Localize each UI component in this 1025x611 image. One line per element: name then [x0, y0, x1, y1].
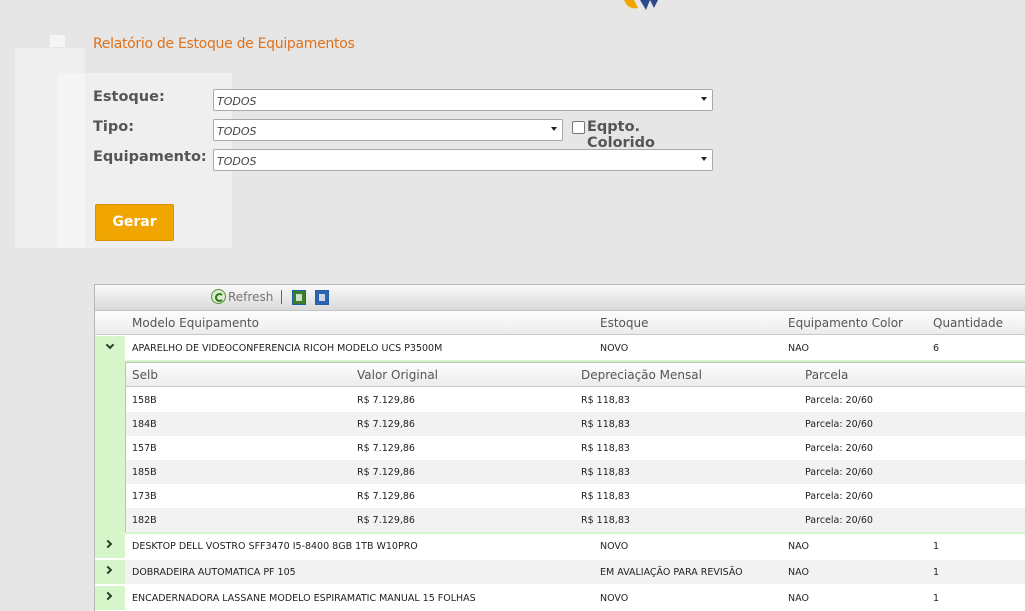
cell-selb: 173B [132, 491, 157, 502]
row-expander[interactable] [95, 560, 125, 584]
cell-depreciacao: R$ 118,83 [581, 419, 630, 430]
cell-parcela: Parcela: 20/60 [805, 467, 873, 478]
cell-valor: R$ 7.129,86 [357, 515, 415, 526]
word-export-icon[interactable] [315, 290, 329, 305]
detail-row: 158B R$ 7.129,86 R$ 118,83 Parcela: 20/6… [126, 388, 1025, 412]
detail-header: Selb Valor Original Depreciação Mensal P… [126, 363, 1025, 387]
estoque-row: Estoque: TODOS [93, 89, 713, 111]
cell-parcela: Parcela: 20/60 [805, 419, 873, 430]
detail-row: 182B R$ 7.129,86 R$ 118,83 Parcela: 20/6… [126, 508, 1025, 532]
cell-quantidade: 1 [933, 593, 940, 604]
cell-estoque: NOVO [600, 541, 629, 552]
detail-row: 185B R$ 7.129,86 R$ 118,83 Parcela: 20/6… [126, 460, 1025, 484]
cell-color: NAO [788, 541, 809, 552]
cell-valor: R$ 7.129,86 [357, 443, 415, 454]
cell-selb: 184B [132, 419, 157, 430]
cell-estoque: EM AVALIAÇÃO PARA REVISÃO [600, 567, 743, 578]
tipo-select[interactable]: TODOS [213, 119, 563, 141]
cell-estoque: NOVO [600, 343, 629, 354]
row-expander[interactable] [95, 586, 125, 610]
table-row: DOBRADEIRA AUTOMATICA PF 105 EM AVALIAÇÃ… [95, 560, 1025, 584]
grid-toolbar: Refresh [95, 285, 1025, 311]
table-row: APARELHO DE VIDEOCONFERENCIA RICOH MODEL… [95, 336, 1025, 360]
cell-quantidade: 1 [933, 567, 940, 578]
cell-depreciacao: R$ 118,83 [581, 467, 630, 478]
chevron-down-icon [551, 127, 557, 131]
equipamento-select[interactable]: TODOS [213, 149, 713, 171]
company-logo [624, 0, 658, 10]
cell-valor: R$ 7.129,86 [357, 491, 415, 502]
cell-selb: 185B [132, 467, 157, 478]
cell-parcela: Parcela: 20/60 [805, 443, 873, 454]
equipamento-label: Equipamento: [93, 149, 207, 165]
cell-selb: 158B [132, 395, 157, 406]
cell-quantidade: 1 [933, 541, 940, 552]
cell-parcela: Parcela: 20/60 [805, 395, 873, 406]
cell-color: NAO [788, 567, 809, 578]
cell-estoque: NOVO [600, 593, 629, 604]
detail-row: 184B R$ 7.129,86 R$ 118,83 Parcela: 20/6… [126, 412, 1025, 436]
detail-panel: Selb Valor Original Depreciação Mensal P… [95, 360, 1025, 534]
page-title: Relatório de Estoque de Equipamentos [93, 36, 355, 52]
cell-parcela: Parcela: 20/60 [805, 491, 873, 502]
table-row: ENCADERNADORA LASSANE MODELO ESPIRAMATIC… [95, 586, 1025, 610]
detail-table: Selb Valor Original Depreciação Mensal P… [125, 362, 1025, 532]
cell-depreciacao: R$ 118,83 [581, 395, 630, 406]
column-header[interactable]: Modelo Equipamento [132, 316, 259, 330]
background-decoration [50, 35, 65, 47]
refresh-button[interactable]: Refresh [211, 289, 273, 306]
cell-depreciacao: R$ 118,83 [581, 491, 630, 502]
detail-row: 157B R$ 7.129,86 R$ 118,83 Parcela: 20/6… [126, 436, 1025, 460]
cell-valor: R$ 7.129,86 [357, 467, 415, 478]
colorido-checkbox[interactable] [572, 121, 585, 134]
column-header[interactable]: Depreciação Mensal [581, 368, 702, 382]
cell-depreciacao: R$ 118,83 [581, 515, 630, 526]
colorido-label[interactable]: Eqpto. Colorido [587, 119, 713, 151]
cell-modelo: ENCADERNADORA LASSANE MODELO ESPIRAMATIC… [132, 593, 476, 604]
cell-valor: R$ 7.129,86 [357, 419, 415, 430]
report-grid: Refresh Modelo Equipamento Estoque Equip… [94, 284, 1025, 611]
cell-color: NAO [788, 343, 809, 354]
cell-color: NAO [788, 593, 809, 604]
row-expander[interactable] [95, 336, 125, 360]
column-header[interactable]: Quantidade [933, 316, 1003, 330]
equipamento-select-value: TODOS [217, 155, 257, 168]
cell-modelo: DESKTOP DELL VOSTRO SFF3470 I5-8400 8GB … [132, 541, 418, 552]
chevron-down-icon [701, 97, 707, 101]
detail-row: 173B R$ 7.129,86 R$ 118,83 Parcela: 20/6… [126, 484, 1025, 508]
grid-header: Modelo Equipamento Estoque Equipamento C… [95, 311, 1025, 335]
gerar-button[interactable]: Gerar [95, 204, 174, 241]
cell-modelo: APARELHO DE VIDEOCONFERENCIA RICOH MODEL… [132, 343, 443, 354]
cell-valor: R$ 7.129,86 [357, 395, 415, 406]
refresh-icon [211, 289, 226, 304]
column-header[interactable]: Selb [132, 368, 158, 382]
column-header[interactable]: Equipamento Color [788, 316, 903, 330]
cell-selb: 157B [132, 443, 157, 454]
cell-quantidade: 6 [933, 343, 940, 354]
cell-selb: 182B [132, 515, 157, 526]
chevron-right-icon [103, 565, 113, 575]
estoque-label: Estoque: [93, 89, 165, 105]
tipo-row: Tipo: TODOS Eqpto. Colorido [93, 119, 713, 151]
equipamento-row: Equipamento: TODOS [93, 149, 713, 171]
excel-export-icon[interactable] [292, 290, 306, 305]
estoque-select-value: TODOS [217, 95, 257, 108]
tipo-select-value: TODOS [217, 125, 257, 138]
refresh-label: Refresh [228, 290, 274, 304]
column-header[interactable]: Valor Original [357, 368, 438, 382]
chevron-down-icon [701, 157, 707, 161]
toolbar-divider [281, 290, 282, 304]
row-expander[interactable] [95, 534, 125, 558]
chevron-right-icon [103, 591, 113, 601]
estoque-select[interactable]: TODOS [213, 89, 713, 111]
cell-modelo: DOBRADEIRA AUTOMATICA PF 105 [132, 567, 296, 578]
cell-parcela: Parcela: 20/60 [805, 515, 873, 526]
cell-depreciacao: R$ 118,83 [581, 443, 630, 454]
table-row: DESKTOP DELL VOSTRO SFF3470 I5-8400 8GB … [95, 534, 1025, 558]
tipo-label: Tipo: [93, 119, 135, 135]
chevron-right-icon [103, 539, 113, 549]
column-header[interactable]: Estoque [600, 316, 649, 330]
column-header[interactable]: Parcela [805, 368, 848, 382]
chevron-down-icon [105, 340, 115, 350]
